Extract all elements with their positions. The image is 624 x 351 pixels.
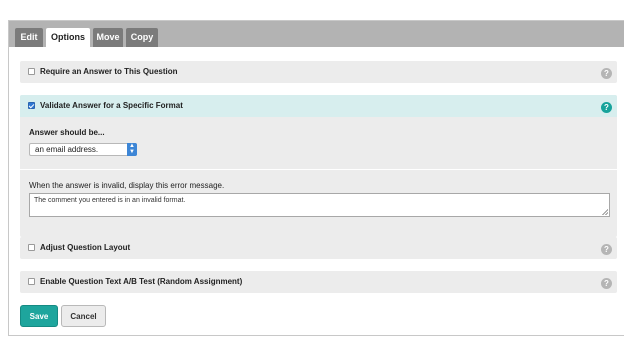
require-answer-label[interactable]: Require an Answer to This Question	[40, 67, 178, 76]
help-icon[interactable]: ?	[601, 244, 612, 255]
answer-should-be-label: Answer should be...	[29, 128, 105, 137]
error-message-prompt: When the answer is invalid, display this…	[29, 181, 225, 190]
select-stepper-icon: ▲ ▼	[127, 143, 137, 156]
section-divider	[20, 169, 617, 170]
adjust-layout-label[interactable]: Adjust Question Layout	[40, 243, 130, 252]
tab-move[interactable]: Move	[93, 28, 123, 47]
ab-test-checkbox[interactable]	[28, 278, 35, 285]
require-answer-row: Require an Answer to This Question ?	[20, 61, 617, 83]
tab-edit[interactable]: Edit	[15, 28, 43, 47]
resize-grip-icon[interactable]	[602, 209, 608, 215]
adjust-layout-checkbox[interactable]	[28, 244, 35, 251]
validate-answer-label[interactable]: Validate Answer for a Specific Format	[40, 101, 183, 110]
save-button[interactable]: Save	[20, 305, 58, 327]
require-answer-checkbox[interactable]	[28, 68, 35, 75]
format-select-value: an email address.	[35, 145, 99, 154]
tab-options[interactable]: Options	[46, 28, 90, 47]
ab-test-row: Enable Question Text A/B Test (Random As…	[20, 271, 617, 293]
tab-bar: Edit Options Move Copy	[9, 21, 624, 47]
validate-answer-checkbox[interactable]	[28, 102, 35, 109]
tab-copy[interactable]: Copy	[126, 28, 158, 47]
adjust-layout-row: Adjust Question Layout ?	[20, 237, 617, 259]
ab-test-label[interactable]: Enable Question Text A/B Test (Random As…	[40, 277, 242, 286]
help-icon[interactable]: ?	[601, 278, 612, 289]
error-message-text: The comment you entered is in an invalid…	[34, 197, 186, 204]
question-options-frame: Edit Options Move Copy Require an Answer…	[8, 20, 624, 336]
validate-answer-section: Validate Answer for a Specific Format ? …	[20, 95, 617, 237]
format-select[interactable]: an email address. ▲ ▼	[29, 143, 137, 156]
cancel-button[interactable]: Cancel	[61, 305, 106, 327]
error-message-textarea[interactable]: The comment you entered is in an invalid…	[29, 193, 610, 217]
help-icon[interactable]: ?	[601, 102, 612, 113]
help-icon[interactable]: ?	[601, 68, 612, 79]
validate-answer-header: Validate Answer for a Specific Format ?	[20, 95, 617, 117]
